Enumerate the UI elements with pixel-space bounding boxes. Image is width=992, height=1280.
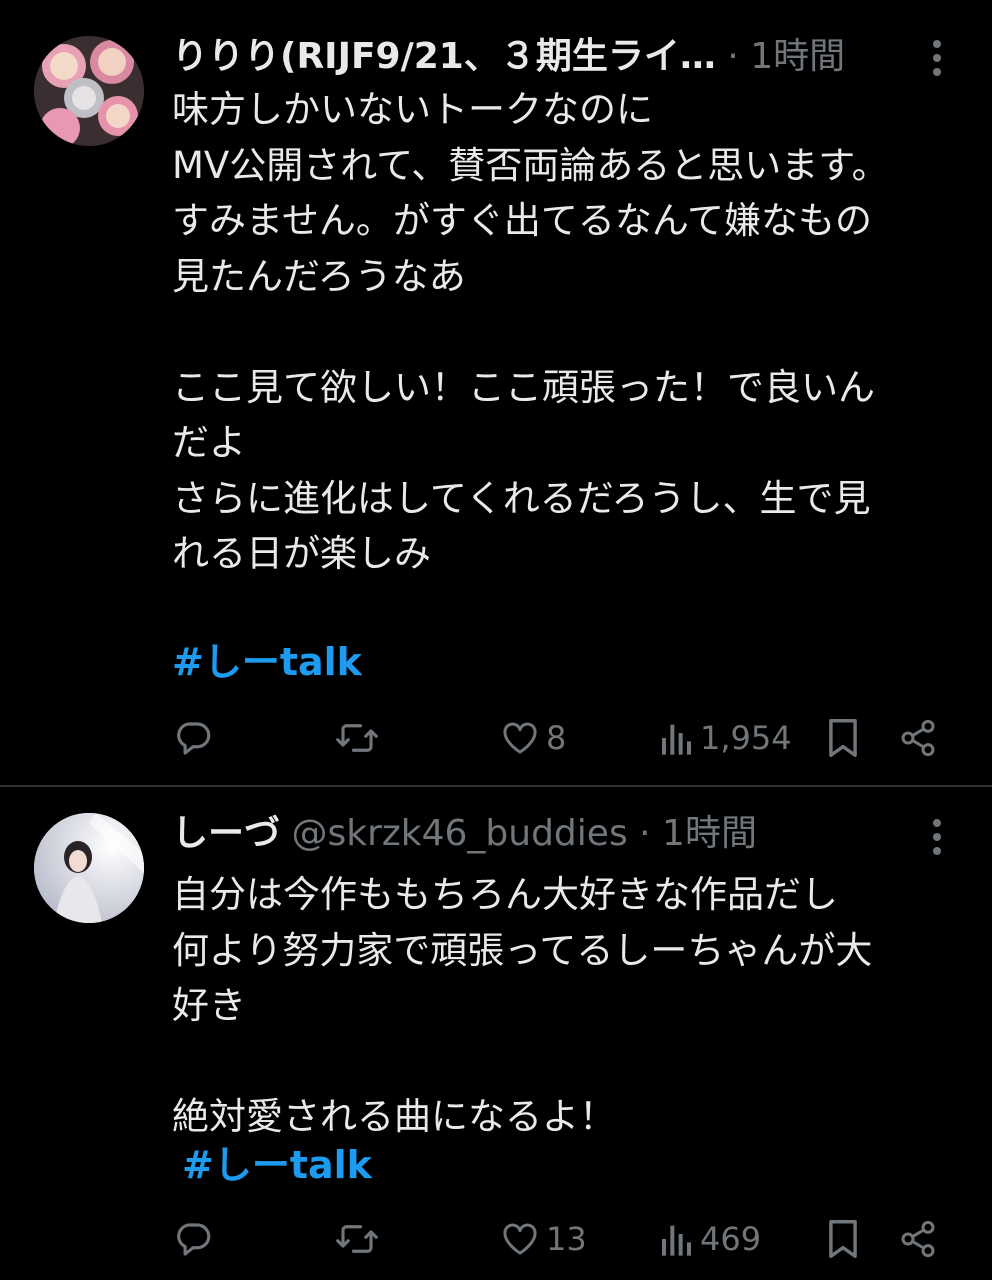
hashtag-link[interactable]: #しーtalk	[172, 636, 362, 688]
share-button[interactable]	[898, 708, 938, 768]
views-icon	[662, 724, 691, 755]
bookmark-icon	[829, 1220, 857, 1258]
separator-dot: ·	[627, 813, 663, 854]
repost-button[interactable]	[334, 708, 380, 768]
tweet-text: 味方しかいないトークなのに MV公開されて、賛否両論あると思います。 すみません…	[172, 88, 889, 575]
heart-icon	[503, 722, 537, 754]
avatar[interactable]	[34, 36, 144, 146]
tweet[interactable]: りりり(RIJF9/21、３期生ライ… · 1時間 味方しかいないトークなのに …	[0, 0, 992, 785]
avatar-person-photo	[34, 813, 144, 923]
display-name[interactable]: りりり(RIJF9/21、３期生ライ…	[172, 36, 716, 77]
view-count: 1,954	[700, 719, 792, 757]
views-icon	[662, 1225, 691, 1256]
avatar-photo-collage	[34, 36, 144, 146]
like-button[interactable]: 8	[500, 708, 566, 768]
separator-dot: ·	[715, 36, 751, 77]
more-vertical-icon[interactable]	[922, 38, 952, 78]
more-vertical-icon[interactable]	[922, 817, 952, 857]
view-count: 469	[700, 1220, 762, 1258]
heart-icon	[503, 1223, 537, 1255]
reply-icon	[177, 722, 211, 755]
repost-icon	[336, 724, 378, 752]
tweet-actions: 8 1,954	[0, 708, 992, 768]
bookmark-button[interactable]	[824, 708, 862, 768]
tweet-header: しーづ @skrzk46_buddies · 1時間	[172, 807, 922, 861]
reply-button[interactable]	[172, 1209, 214, 1269]
repost-button[interactable]	[334, 1209, 380, 1269]
reply-icon	[177, 1223, 211, 1256]
like-count: 8	[546, 719, 567, 757]
reply-button[interactable]	[172, 708, 214, 768]
repost-icon	[336, 1225, 378, 1253]
share-icon	[901, 1220, 935, 1258]
share-button[interactable]	[898, 1209, 938, 1269]
timestamp[interactable]: 1時間	[750, 36, 845, 77]
tweet-header: りりり(RIJF9/21、３期生ライ… · 1時間	[172, 30, 922, 84]
views-button[interactable]: 1,954	[660, 708, 792, 768]
views-button[interactable]: 469	[660, 1209, 761, 1269]
tweet-actions: 13 469	[0, 1209, 992, 1269]
like-count: 13	[546, 1220, 587, 1258]
user-handle[interactable]: @skrzk46_buddies	[280, 813, 627, 854]
bookmark-icon	[829, 719, 857, 757]
share-icon	[901, 719, 935, 757]
avatar[interactable]	[34, 813, 144, 923]
hashtag-link[interactable]: #しーtalk	[182, 1139, 372, 1191]
display-name[interactable]: しーづ	[172, 813, 280, 854]
tweet-text: 自分は今作ももちろん大好きな作品だし 何より努力家で頑張ってるしーちゃんが大 好…	[172, 873, 873, 1138]
tweet[interactable]: しーづ @skrzk46_buddies · 1時間 自分は今作ももちろん大好き…	[0, 787, 992, 1280]
timestamp[interactable]: 1時間	[662, 813, 757, 854]
like-button[interactable]: 13	[500, 1209, 587, 1269]
bookmark-button[interactable]	[824, 1209, 862, 1269]
